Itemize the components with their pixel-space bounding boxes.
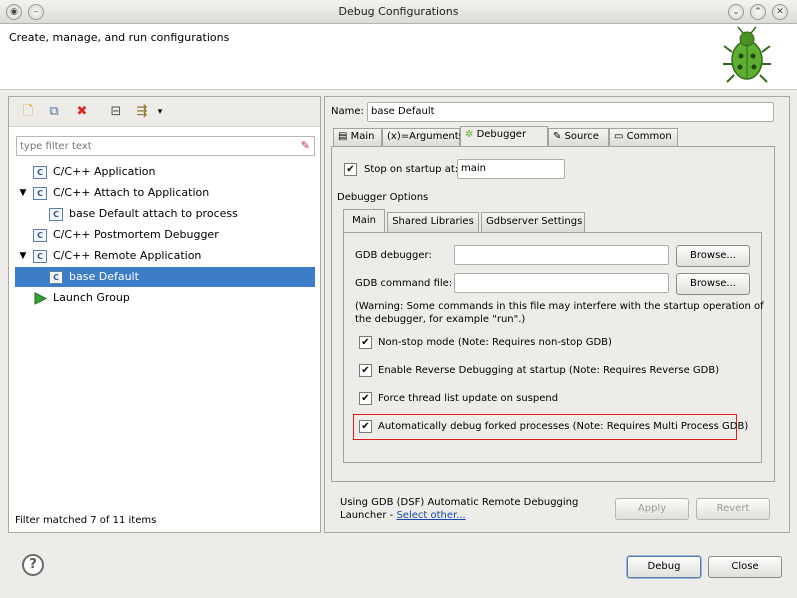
subtab-main[interactable]: Main bbox=[343, 209, 385, 233]
filter-icon[interactable]: ⇶ bbox=[133, 103, 151, 121]
stop-on-startup-checkbox[interactable]: ✔ bbox=[344, 163, 357, 176]
help-icon[interactable]: ? bbox=[22, 554, 44, 576]
duplicate-icon[interactable]: ⧉ bbox=[45, 103, 63, 121]
tree-item-base-default-attach[interactable]: Cbase Default attach to process bbox=[13, 204, 315, 224]
apply-button[interactable]: Apply bbox=[615, 498, 689, 520]
configurations-toolbar: 🗋 ⧉ ✖ ⊟ ⇶ ▾ bbox=[9, 97, 320, 127]
gdb-debugger-field[interactable] bbox=[454, 245, 669, 265]
launcher-text-line2: Launcher - Select other... bbox=[340, 510, 466, 521]
title-bar: ◉ – Debug Configurations ⌄ ⌃ ✕ bbox=[0, 0, 797, 24]
arguments-icon: (x)= bbox=[387, 131, 410, 142]
name-label: Name: bbox=[331, 106, 364, 117]
debug-forked-processes-checkbox[interactable]: ✔ bbox=[359, 420, 372, 433]
chevron-down-icon[interactable]: ▾ bbox=[151, 103, 169, 121]
close-button[interactable]: Close bbox=[708, 556, 782, 578]
tree-item-cpp-attach[interactable]: ▼ C C/C++ Attach to Application bbox=[13, 183, 315, 203]
filter-input[interactable] bbox=[17, 137, 287, 155]
subtab-shared-libraries[interactable]: Shared Libraries bbox=[387, 212, 479, 232]
warning-text-line2: the debugger, for example "run".) bbox=[355, 314, 526, 325]
force-thread-update-checkbox[interactable]: ✔ bbox=[359, 392, 372, 405]
launcher-text-line1: Using GDB (DSF) Automatic Remote Debuggi… bbox=[340, 497, 579, 508]
reverse-debugging-checkbox[interactable]: ✔ bbox=[359, 364, 372, 377]
launch-group-icon bbox=[34, 291, 47, 305]
subtab-gdbserver-settings[interactable]: Gdbserver Settings bbox=[481, 212, 585, 232]
select-other-link[interactable]: Select other... bbox=[396, 510, 465, 521]
browse-command-file-button[interactable]: Browse... bbox=[676, 273, 750, 295]
c-config-icon: C bbox=[49, 270, 63, 284]
filter-status: Filter matched 7 of 11 items bbox=[15, 515, 157, 526]
debug-button[interactable]: Debug bbox=[627, 556, 701, 578]
chevron-down-icon[interactable]: ▼ bbox=[17, 246, 29, 266]
reverse-debugging-label: Enable Reverse Debugging at startup (Not… bbox=[378, 365, 720, 376]
tree-item-base-default[interactable]: Cbase Default bbox=[15, 267, 315, 287]
chevron-down-icon[interactable]: ▼ bbox=[17, 183, 29, 203]
non-stop-mode-checkbox[interactable]: ✔ bbox=[359, 336, 372, 349]
gdb-command-file-field[interactable] bbox=[454, 273, 669, 293]
tab-main[interactable]: ▤ Main bbox=[333, 128, 382, 146]
gdb-debugger-label: GDB debugger: bbox=[355, 250, 432, 261]
tab-common[interactable]: ▭ Common bbox=[609, 128, 678, 146]
gdb-command-file-label: GDB command file: bbox=[355, 278, 453, 289]
window-title: Debug Configurations bbox=[338, 5, 459, 18]
main-tab-icon: ▤ bbox=[338, 131, 348, 142]
tree-item-launch-group[interactable]: Launch Group bbox=[13, 288, 315, 308]
c-config-icon: C bbox=[49, 207, 63, 221]
collapse-all-icon[interactable]: ⊟ bbox=[107, 103, 125, 121]
configurations-panel: 🗋 ⧉ ✖ ⊟ ⇶ ▾ ✎ CC/C++ Application ▼ CC/C+… bbox=[8, 96, 321, 533]
common-icon: ▭ bbox=[614, 131, 624, 142]
c-config-icon: C bbox=[33, 249, 47, 263]
delete-icon[interactable]: ✖ bbox=[73, 103, 91, 121]
stop-on-startup-label: Stop on startup at: bbox=[364, 164, 459, 175]
header-banner: Create, manage, and run configurations bbox=[0, 24, 797, 90]
c-config-icon: C bbox=[33, 228, 47, 242]
force-thread-update-label: Force thread list update on suspend bbox=[378, 393, 559, 404]
tree-item-cpp-postmortem[interactable]: C C/C++ Postmortem Debugger bbox=[13, 225, 315, 245]
source-icon: ✎ bbox=[553, 131, 562, 142]
stop-on-startup-field[interactable]: main bbox=[457, 159, 565, 179]
tab-arguments[interactable]: (x)=Arguments bbox=[382, 128, 464, 146]
tab-source[interactable]: ✎ Source bbox=[548, 128, 609, 146]
tree-item-cpp-application[interactable]: C C/C++ Application bbox=[13, 162, 315, 182]
bug-icon bbox=[723, 26, 771, 83]
tab-debugger[interactable]: ✲ Debugger bbox=[460, 126, 548, 147]
revert-button[interactable]: Revert bbox=[696, 498, 770, 520]
new-config-icon[interactable]: 🗋 bbox=[19, 103, 37, 121]
clear-filter-icon[interactable]: ✎ bbox=[301, 139, 310, 152]
minimize-icon[interactable]: ⌄ bbox=[728, 4, 744, 20]
c-config-icon: C bbox=[33, 165, 47, 179]
browse-gdb-debugger-button[interactable]: Browse... bbox=[676, 245, 750, 267]
close-icon[interactable]: ✕ bbox=[772, 4, 788, 20]
tree-item-cpp-remote[interactable]: ▼ C C/C++ Remote Application bbox=[13, 246, 315, 266]
warning-text-line1: (Warning: Some commands in this file may… bbox=[355, 301, 764, 312]
filter-field[interactable]: ✎ bbox=[16, 136, 315, 156]
c-config-icon: C bbox=[33, 186, 47, 200]
non-stop-mode-label: Non-stop mode (Note: Requires non-stop G… bbox=[378, 337, 612, 348]
debug-forked-processes-label: Automatically debug forked processes (No… bbox=[378, 421, 749, 432]
debugger-options-label: Debugger Options bbox=[337, 192, 429, 203]
maximize-icon[interactable]: ⌃ bbox=[750, 4, 766, 20]
debugger-tab-icon: ✲ bbox=[465, 129, 474, 140]
banner-message: Create, manage, and run configurations bbox=[9, 31, 230, 44]
name-field[interactable]: base Default bbox=[367, 102, 774, 122]
